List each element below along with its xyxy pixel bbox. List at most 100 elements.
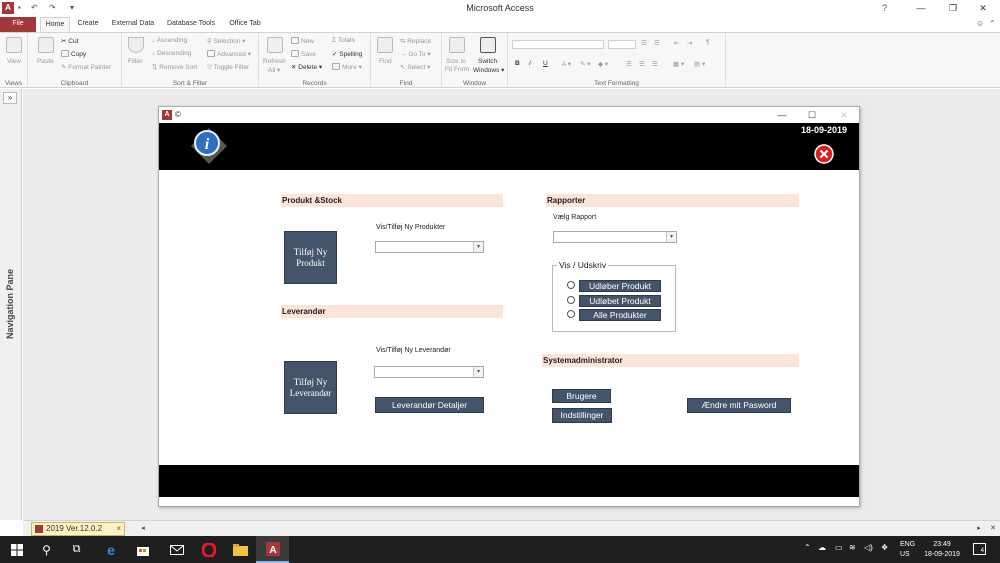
indstillinger-button[interactable]: Indstillinger xyxy=(552,408,612,423)
size-to-fit-icon[interactable] xyxy=(449,37,465,53)
clock-time[interactable]: 23:49 xyxy=(920,541,964,548)
descending-button[interactable]: ↓ Descending xyxy=(152,50,191,57)
form-minimize-icon[interactable]: — xyxy=(767,108,797,122)
nav-pane-toggle[interactable]: » xyxy=(3,92,17,104)
task-view-icon[interactable]: ⧉ xyxy=(60,536,93,563)
tab-create[interactable]: Create xyxy=(73,17,103,32)
volume-icon[interactable]: ◁) xyxy=(864,543,873,552)
udlobet-produkt-button[interactable]: Udløbet Produkt xyxy=(579,295,661,307)
advanced-button[interactable]: Advanced ▾ xyxy=(207,50,251,58)
filter-button-label[interactable]: Filter xyxy=(128,58,142,65)
refresh-all-label[interactable]: All ▾ xyxy=(268,66,280,74)
store-icon[interactable] xyxy=(126,536,159,563)
goto-button[interactable]: → Go To ▾ xyxy=(400,50,431,58)
cut-button[interactable]: ✂ Cut xyxy=(61,37,78,45)
tab-close-all-icon[interactable]: ✕ xyxy=(987,523,999,534)
copy-button[interactable]: Copy xyxy=(61,50,86,58)
gridlines-icon[interactable]: ▦ ▾ xyxy=(673,60,684,68)
clock-date[interactable]: 18-09-2019 xyxy=(920,551,964,558)
tab-file[interactable]: File xyxy=(0,17,36,32)
add-leverandor-button[interactable]: Tilføj Ny Leverandør xyxy=(284,361,337,414)
switch-windows-icon[interactable] xyxy=(480,37,496,53)
bullets-icon[interactable]: ☰ xyxy=(641,39,647,47)
alternate-row-color-icon[interactable]: ▤ ▾ xyxy=(694,60,705,68)
size-to-fit-label[interactable]: Size to xyxy=(446,58,466,65)
tab-database-tools[interactable]: Database Tools xyxy=(162,17,220,32)
form-close-icon[interactable]: ✕ xyxy=(829,108,859,122)
toggle-filter-button[interactable]: ▽ Toggle Filter xyxy=(207,63,249,71)
leverandor-details-button[interactable]: Leverandør Detaljer xyxy=(375,397,484,413)
file-explorer-icon[interactable] xyxy=(224,536,257,563)
font-color-icon[interactable]: A ▾ xyxy=(562,60,571,68)
save-icon[interactable]: ▪ xyxy=(18,3,21,12)
delete-record-button[interactable]: ✕ Delete ▾ xyxy=(291,63,322,71)
paste-button-label[interactable]: Paste xyxy=(37,58,54,65)
spelling-button[interactable]: ✓ Spelling xyxy=(332,50,362,58)
refresh-icon[interactable] xyxy=(267,37,283,53)
alle-produkter-button[interactable]: Alle Produkter xyxy=(579,309,661,321)
new-record-button[interactable]: New xyxy=(291,37,314,45)
italic-icon[interactable]: I xyxy=(529,60,531,67)
radio-alle[interactable] xyxy=(567,310,575,318)
undo-icon[interactable]: ↶ xyxy=(31,3,38,12)
mail-icon[interactable] xyxy=(160,536,193,563)
battery-icon[interactable]: ▭ xyxy=(835,543,843,552)
restore-icon[interactable]: ❐ xyxy=(936,0,970,17)
edge-icon[interactable]: e xyxy=(94,536,127,563)
bold-icon[interactable]: B xyxy=(515,60,520,67)
dropbox-icon[interactable]: ❖ xyxy=(881,543,888,552)
brugere-button[interactable]: Brugere xyxy=(552,389,611,403)
view-icon[interactable] xyxy=(6,37,22,53)
font-size-combo[interactable] xyxy=(608,40,636,49)
search-icon[interactable]: ⚲ xyxy=(30,536,63,563)
form-maximize-icon[interactable]: ☐ xyxy=(797,108,827,122)
nav-pane-label[interactable]: Navigation Pane xyxy=(5,254,15,354)
underline-icon[interactable]: U xyxy=(543,60,548,67)
format-painter-button[interactable]: ✎ Format Painter xyxy=(61,63,111,71)
add-produkt-button[interactable]: Tilføj Ny Produkt xyxy=(284,231,337,284)
document-tab[interactable]: 2019 Ver.12.0.2 × xyxy=(31,522,125,536)
fill-color-icon[interactable]: ◆ ▾ xyxy=(598,60,608,68)
align-right-icon[interactable]: ☰ xyxy=(652,60,658,68)
selection-button[interactable]: ⚲ Selection ▾ xyxy=(207,37,245,45)
produkt-dropdown[interactable]: ▾ xyxy=(375,241,484,253)
show-hidden-icons[interactable]: ⌃ xyxy=(804,543,811,552)
input-language[interactable]: ENG xyxy=(900,541,915,548)
find-button-label[interactable]: Find xyxy=(379,58,392,65)
leverandor-dropdown[interactable]: ▾ xyxy=(374,366,484,378)
smiley-icon[interactable]: ☺ xyxy=(976,19,984,28)
help-icon[interactable]: ? xyxy=(882,3,887,13)
switch-windows-label[interactable]: Switch xyxy=(478,58,497,65)
rapport-dropdown[interactable]: ▾ xyxy=(553,231,677,243)
save-record-button[interactable]: Save xyxy=(291,50,316,58)
align-center-icon[interactable]: ☰ xyxy=(639,60,645,68)
remove-sort-button[interactable]: ⇅ Remove Sort xyxy=(152,63,197,71)
refresh-button-label[interactable]: Refresh xyxy=(263,58,286,65)
start-button[interactable] xyxy=(0,536,33,563)
radio-udlobet[interactable] xyxy=(567,296,575,304)
paste-icon[interactable] xyxy=(38,37,54,53)
font-name-combo[interactable] xyxy=(512,40,604,49)
input-region[interactable]: US xyxy=(900,551,910,558)
chevron-down-icon[interactable]: ▾ xyxy=(473,367,483,377)
notification-center-icon[interactable]: 4 xyxy=(973,543,986,555)
minimize-ribbon-icon[interactable]: ⌃ xyxy=(989,19,996,28)
customize-icon[interactable]: ▾ xyxy=(70,3,74,12)
more-button[interactable]: More ▾ xyxy=(332,63,362,71)
ascending-button[interactable]: ↓ Ascending xyxy=(152,37,187,44)
radio-udlober[interactable] xyxy=(567,281,575,289)
wifi-icon[interactable]: ≋ xyxy=(849,543,856,552)
tab-home[interactable]: Home xyxy=(40,17,70,32)
totals-button[interactable]: Σ Totals xyxy=(332,37,355,44)
udlober-produkt-button[interactable]: Udløber Produkt xyxy=(579,280,661,292)
chevron-down-icon[interactable]: ▾ xyxy=(473,242,483,252)
select-button[interactable]: ↖ Select ▾ xyxy=(400,63,430,71)
redo-icon[interactable]: ↷ xyxy=(49,3,56,12)
cloud-icon[interactable]: ☁ xyxy=(818,543,826,552)
chevron-down-icon[interactable]: ▾ xyxy=(666,232,676,242)
paragraph-icon[interactable]: ¶ xyxy=(706,39,710,46)
navigation-pane[interactable]: » Navigation Pane xyxy=(0,89,22,520)
minimize-icon[interactable]: — xyxy=(904,0,938,17)
close-icon[interactable]: ✕ xyxy=(966,0,1000,17)
form-access-icon[interactable]: A xyxy=(162,110,172,120)
